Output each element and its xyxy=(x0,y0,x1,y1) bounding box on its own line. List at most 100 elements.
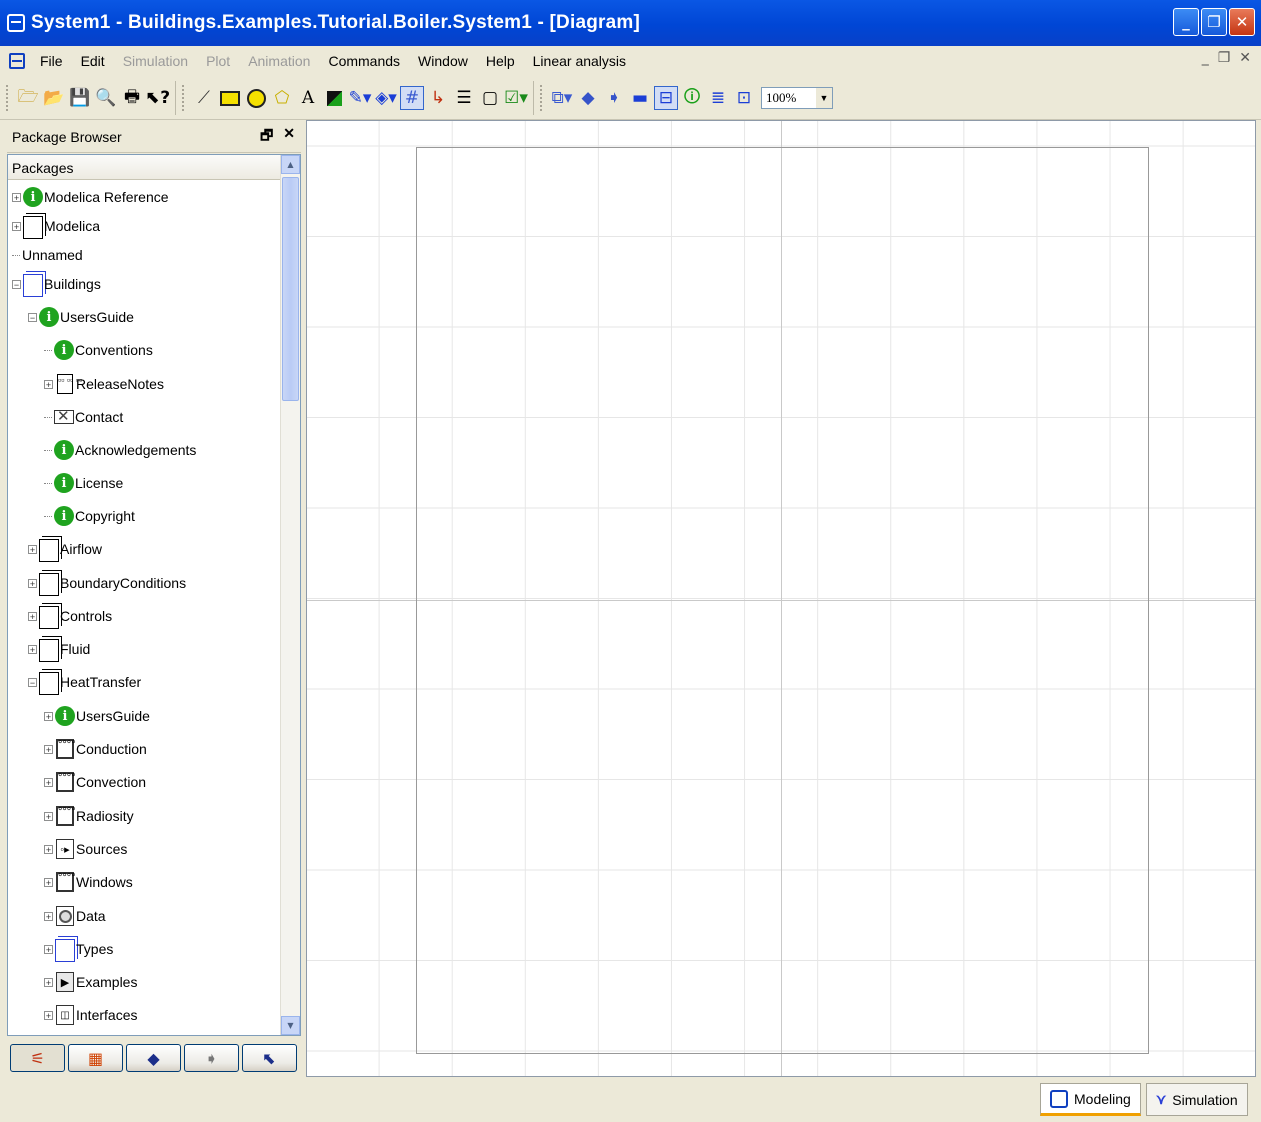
expand-icon[interactable]: + xyxy=(28,644,37,654)
expand-icon[interactable]: + xyxy=(44,844,53,854)
modelica-text-icon[interactable]: ≣ xyxy=(706,86,730,110)
tree-item[interactable]: + BoundaryConditions xyxy=(28,569,186,597)
rectangle-icon[interactable] xyxy=(218,86,242,110)
used-classes-icon[interactable]: ⊡ xyxy=(732,86,756,110)
tree-item[interactable]: + °°°° Conduction xyxy=(44,735,147,763)
tree-item[interactable]: − Buildings xyxy=(12,270,101,298)
tree-item[interactable]: i Acknowledgements xyxy=(44,436,196,464)
tree-item[interactable]: + Types xyxy=(44,935,113,963)
forward-button[interactable]: ➧ xyxy=(184,1044,239,1072)
documentation-layer-icon[interactable]: 🛈 xyxy=(680,86,704,110)
tree-column-header[interactable]: Packages xyxy=(8,155,282,180)
simulation-mode-button[interactable]: ⋎ Simulation xyxy=(1146,1083,1248,1116)
scroll-thumb[interactable] xyxy=(282,177,299,401)
tree-item[interactable]: i License xyxy=(44,469,123,497)
component-view-button[interactable]: ▦ xyxy=(68,1044,123,1072)
save-icon[interactable]: 💾 xyxy=(68,86,92,110)
back-button[interactable]: ◆ xyxy=(126,1044,181,1072)
tree-item[interactable]: − i UsersGuide xyxy=(28,303,134,331)
document-icon[interactable] xyxy=(9,53,25,69)
tree-item[interactable]: + Data xyxy=(44,902,106,930)
scroll-down-icon[interactable]: ▼ xyxy=(281,1016,300,1035)
tree-item[interactable]: + ▶ Examples xyxy=(44,968,137,996)
close-icon[interactable]: ✕ xyxy=(283,125,295,149)
menu-commands[interactable]: Commands xyxy=(319,53,409,69)
restore-button[interactable]: ❐ xyxy=(1201,8,1227,36)
forward-icon[interactable]: ➧ xyxy=(602,86,626,110)
tree-item[interactable]: − HeatTransfer xyxy=(28,668,141,696)
fill-color-icon[interactable]: ◈▾ xyxy=(374,86,398,110)
tree-item[interactable]: + Modelica xyxy=(12,212,100,240)
tree-item[interactable]: + Controls xyxy=(28,602,112,630)
back-icon[interactable]: ◆ xyxy=(576,86,600,110)
expand-icon[interactable]: + xyxy=(44,944,53,954)
tree-item[interactable]: + Airflow xyxy=(28,535,102,563)
menu-file[interactable]: File xyxy=(31,53,72,69)
tree-item[interactable]: + °°°° Convection xyxy=(44,768,146,796)
grid-icon[interactable]: # xyxy=(400,86,424,110)
scroll-up-icon[interactable]: ▲ xyxy=(281,155,300,174)
new-icon[interactable]: 🗁 xyxy=(16,86,40,110)
vertical-scrollbar[interactable]: ▲ ▼ xyxy=(280,155,300,1035)
expand-icon[interactable]: + xyxy=(12,221,21,231)
expand-icon[interactable]: + xyxy=(28,611,37,621)
expand-icon[interactable]: + xyxy=(44,744,53,754)
doc-minimize-button[interactable]: _ xyxy=(1202,50,1209,66)
tree-item[interactable]: i Conventions xyxy=(44,336,153,364)
expand-icon[interactable]: + xyxy=(44,877,53,887)
toolbar-grip[interactable] xyxy=(182,85,187,111)
tree-item[interactable]: + ◫ Interfaces xyxy=(44,1001,137,1029)
expand-icon[interactable]: + xyxy=(44,911,53,921)
polygon-icon[interactable]: ⬠ xyxy=(270,86,294,110)
undock-icon[interactable]: 🗗 xyxy=(260,125,273,149)
tree-item[interactable]: + i UsersGuide xyxy=(44,702,150,730)
menu-animation[interactable]: Animation xyxy=(239,53,319,69)
window-titlebar[interactable]: System1 - Buildings.Examples.Tutorial.Bo… xyxy=(0,0,1261,46)
package-tree[interactable]: Packages + i Modelica Reference + Modelica Un… xyxy=(7,154,301,1036)
expand-icon[interactable]: + xyxy=(44,977,53,987)
check-icon[interactable]: ☑▾ xyxy=(504,86,528,110)
bitmap-icon[interactable] xyxy=(322,86,346,110)
expand-icon[interactable]: + xyxy=(44,1010,53,1020)
connect-mode-icon[interactable]: ↳ xyxy=(426,86,450,110)
chevron-down-icon[interactable]: ▼ xyxy=(816,88,832,108)
tree-item[interactable]: + °°°° Windows xyxy=(44,868,133,896)
menu-window[interactable]: Window xyxy=(409,53,477,69)
menu-help[interactable]: Help xyxy=(477,53,524,69)
expand-icon[interactable]: + xyxy=(44,711,53,721)
menu-simulation[interactable]: Simulation xyxy=(114,53,197,69)
tree-item[interactable]: i Copyright xyxy=(44,502,135,530)
modeling-mode-button[interactable]: Modeling xyxy=(1040,1083,1141,1116)
menu-edit[interactable]: Edit xyxy=(72,53,114,69)
expand-icon[interactable]: + xyxy=(28,578,37,588)
open-icon[interactable]: 📂 xyxy=(42,86,66,110)
ellipse-icon[interactable] xyxy=(244,86,268,110)
diagram-layer-icon[interactable]: ⊟ xyxy=(654,86,678,110)
tree-item[interactable]: + Fluid xyxy=(28,635,90,663)
zoom-select[interactable]: 100% ▼ xyxy=(761,87,833,109)
close-button[interactable]: ✕ xyxy=(1229,8,1255,36)
tree-item[interactable]: Contact xyxy=(44,403,123,431)
expand-icon[interactable]: + xyxy=(12,192,21,202)
doc-restore-button[interactable]: ❐ xyxy=(1218,50,1231,66)
line-icon[interactable]: ⟋ xyxy=(192,86,216,110)
tree-item[interactable]: + ▫▫ ▫▫ ▫▫ ReleaseNotes xyxy=(44,370,164,398)
tree-item[interactable]: + ◦▸ Sources xyxy=(44,835,127,863)
toolbar-grip[interactable] xyxy=(6,85,11,111)
help-pointer-icon[interactable]: ⬉? xyxy=(146,86,170,110)
line-color-icon[interactable]: ✎▾ xyxy=(348,86,372,110)
tree-item[interactable]: + °°°° Radiosity xyxy=(44,802,134,830)
minimize-button[interactable]: _ xyxy=(1173,8,1199,36)
up-button[interactable]: ⬉ xyxy=(242,1044,297,1072)
toolbar-grip[interactable] xyxy=(540,85,545,111)
collapse-icon[interactable]: − xyxy=(12,279,21,289)
frame-icon[interactable]: ▢ xyxy=(478,86,502,110)
icon-layer-icon[interactable]: ▬ xyxy=(628,86,652,110)
search-icon[interactable]: 🔍 xyxy=(94,86,118,110)
collapse-icon[interactable]: − xyxy=(28,677,37,687)
expand-icon[interactable]: + xyxy=(44,379,53,389)
menu-linear-analysis[interactable]: Linear analysis xyxy=(524,53,635,69)
menu-plot[interactable]: Plot xyxy=(197,53,239,69)
collapse-icon[interactable]: − xyxy=(28,312,37,322)
text-icon[interactable]: A xyxy=(296,86,320,110)
